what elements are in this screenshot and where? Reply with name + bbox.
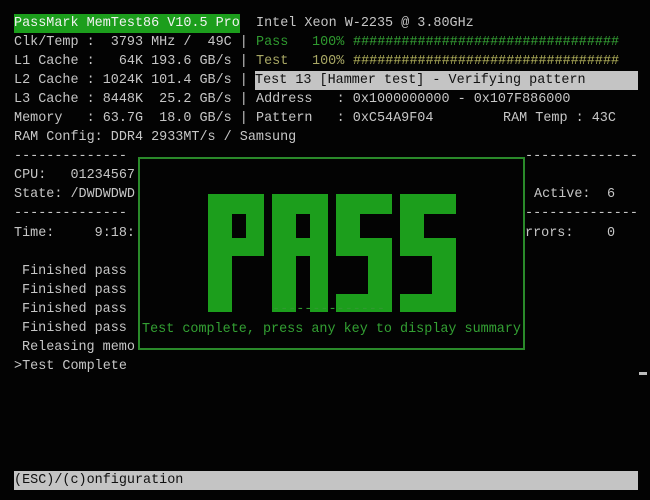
cpu-line: CPU: 01234567	[14, 168, 135, 183]
divider: --------------	[525, 149, 638, 164]
errors-value: 0	[607, 226, 616, 241]
pass-result-logo	[208, 194, 456, 312]
popup-message: Test complete, press any key to display …	[142, 322, 521, 337]
l2-cache: L2 Cache : 1024K 101.4 GB/s |	[14, 73, 248, 88]
pass-label: Pass	[256, 35, 289, 50]
state-line: State: /DWDWDWD	[14, 187, 135, 202]
time-line: Time: 9:18:	[14, 226, 135, 241]
popup-divider: --------------	[272, 302, 385, 317]
pass-percent: 100%	[312, 35, 345, 50]
letter-s	[400, 194, 456, 312]
cpu-name: Intel Xeon W-2235 @ 3.80GHz	[256, 16, 474, 31]
ram-config: RAM Config: DDR4 2933MT/s / Samsung	[14, 130, 297, 145]
log-line: Releasing memo	[22, 340, 135, 355]
log-line: >Test Complete	[14, 359, 127, 374]
log-line: Finished pass	[22, 283, 127, 298]
current-test: Test 13 [Hammer test] - Verifying patter…	[255, 71, 638, 90]
test-percent: 100%	[312, 54, 345, 69]
text-cursor	[639, 372, 647, 375]
test-progress-bar: #################################	[353, 54, 620, 69]
divider: --------------	[525, 206, 638, 221]
letter-p	[208, 194, 264, 312]
pattern: Pattern : 0xC54A9F04	[256, 111, 434, 126]
active-label: Active:	[534, 187, 591, 202]
app-title: PassMark MemTest86 V10.5 Pro	[14, 14, 240, 33]
log-line: Finished pass	[22, 302, 127, 317]
address-range: Address : 0x1000000000 - 0x107F886000	[256, 92, 571, 107]
log-line: Finished pass	[22, 264, 127, 279]
memory: Memory : 63.7G 18.0 GB/s |	[14, 111, 248, 126]
log-line: Finished pass	[22, 321, 127, 336]
letter-a	[272, 194, 328, 312]
errors-label: rrors:	[525, 226, 574, 241]
letter-s	[336, 194, 392, 312]
test-label: Test	[256, 54, 289, 69]
l3-cache: L3 Cache : 8448K 25.2 GB/s |	[14, 92, 248, 107]
clk-temp: Clk/Temp : 3793 MHz / 49C |	[14, 35, 248, 50]
pass-progress-bar: #################################	[353, 35, 620, 50]
divider: --------------	[14, 206, 127, 221]
divider: --------------	[14, 149, 127, 164]
l1-cache: L1 Cache : 64K 193.6 GB/s |	[14, 54, 248, 69]
ram-temp: RAM Temp : 43C	[503, 111, 616, 126]
config-shortcut-bar[interactable]: (ESC)/(c)onfiguration	[14, 471, 638, 490]
active-value: 6	[607, 187, 616, 202]
